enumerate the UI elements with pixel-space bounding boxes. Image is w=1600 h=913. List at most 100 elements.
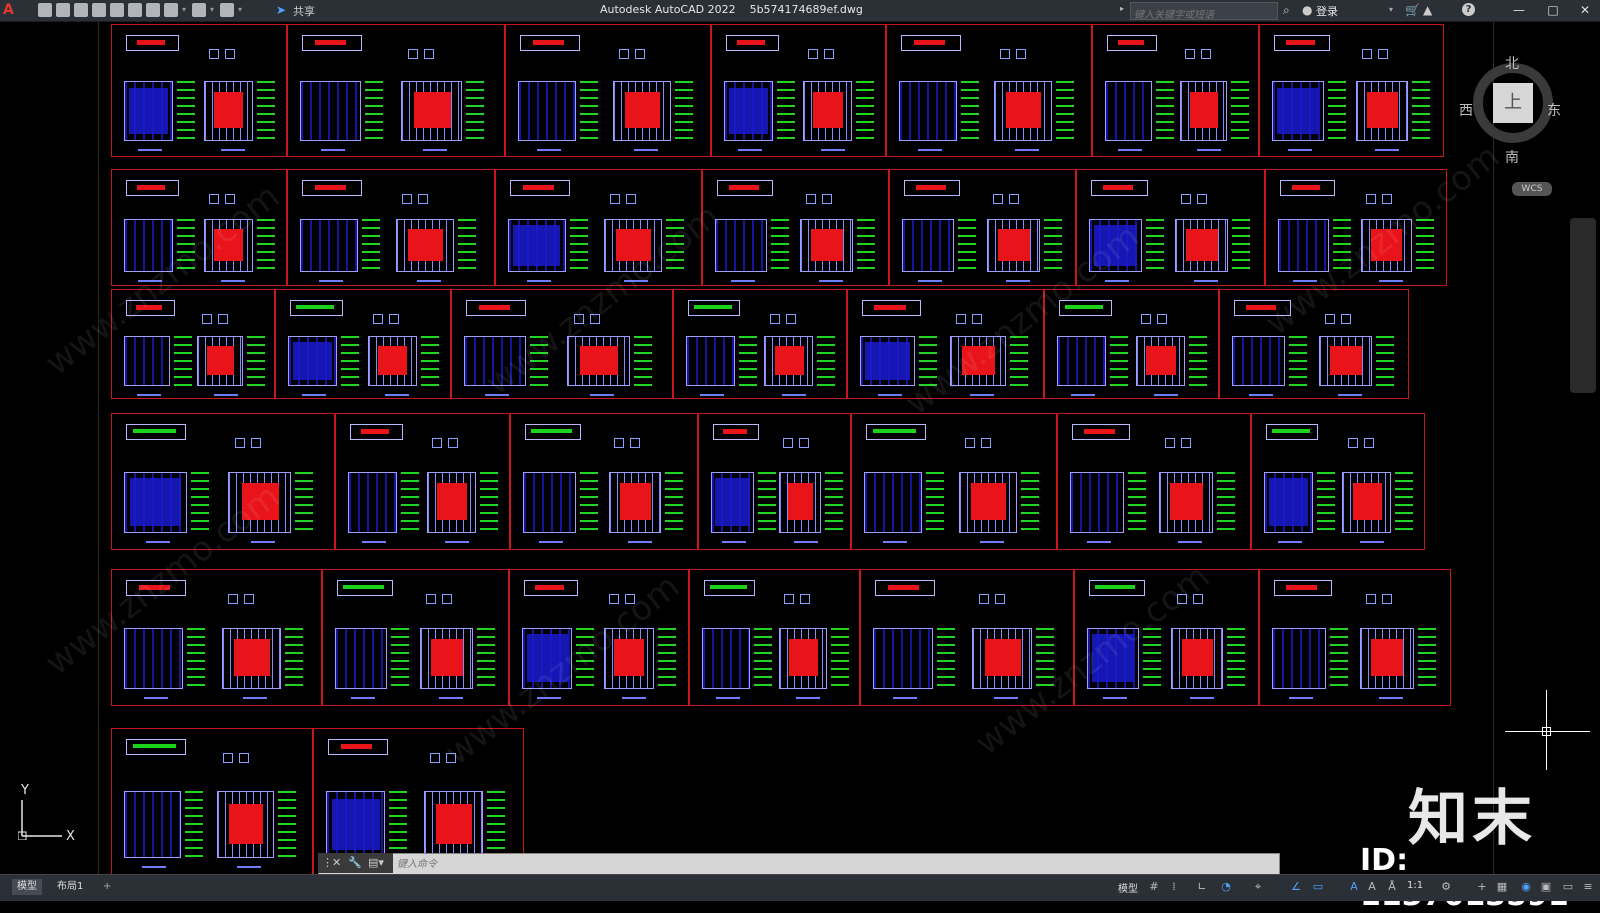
drawing-sheet[interactable] xyxy=(689,569,860,706)
model-space-canvas[interactable] xyxy=(98,22,1494,874)
save-as-icon[interactable] xyxy=(92,3,106,17)
drawing-sheet[interactable] xyxy=(111,728,313,874)
dimension-marks xyxy=(771,219,790,272)
drawing-sheet[interactable] xyxy=(711,24,886,157)
wcs-menu[interactable]: WCS xyxy=(1512,182,1552,196)
new-file-icon[interactable] xyxy=(38,3,52,17)
drawing-sheet[interactable] xyxy=(851,413,1057,550)
plot-icon[interactable] xyxy=(146,3,160,17)
compass-east[interactable]: 东 xyxy=(1547,100,1561,120)
workspace-gear-icon[interactable]: ⚙ xyxy=(1440,881,1452,893)
isolate-objects-icon[interactable]: ◉ xyxy=(1520,881,1532,893)
annotation-scale-icon[interactable]: Å xyxy=(1386,881,1398,893)
snap-icon[interactable]: ⁞ xyxy=(1168,881,1180,893)
autodesk-app-icon[interactable]: ▲ xyxy=(1423,3,1432,17)
close-command-icon[interactable]: ✕ xyxy=(332,856,341,869)
login-dropdown-icon[interactable]: ▾ xyxy=(1389,5,1393,14)
drawing-sheet[interactable] xyxy=(886,24,1092,157)
annotation-scale[interactable]: 1:1 xyxy=(1407,880,1423,891)
viewcube[interactable]: 上 北 南 东 西 xyxy=(1459,53,1567,167)
ortho-icon[interactable]: ∟ xyxy=(1196,881,1208,893)
drawing-sheet[interactable] xyxy=(111,24,287,157)
cart-icon[interactable]: 🛒 xyxy=(1405,3,1420,17)
recent-commands-icon[interactable]: ▤▾ xyxy=(368,856,384,869)
section-symbol xyxy=(1180,438,1191,448)
auto-scale-icon[interactable]: A xyxy=(1366,881,1378,893)
elevation-left xyxy=(702,627,750,690)
customize-icon[interactable]: 🔧 xyxy=(348,856,362,869)
open-file-icon[interactable] xyxy=(56,3,70,17)
plan-view xyxy=(1107,35,1158,51)
customization-menu-icon[interactable]: ≡ xyxy=(1582,881,1594,893)
hardware-acceleration-icon[interactable]: ▣ xyxy=(1540,881,1552,893)
drawing-sheet[interactable] xyxy=(505,24,711,157)
drawing-sheet[interactable] xyxy=(1057,413,1251,550)
title-underline xyxy=(242,697,267,700)
redo-dropdown-icon[interactable]: ▾ xyxy=(210,3,216,17)
drawing-sheet[interactable] xyxy=(322,569,509,706)
open-from-web-icon[interactable] xyxy=(110,3,124,17)
drawing-sheet[interactable] xyxy=(335,413,510,550)
workspace-icon[interactable] xyxy=(220,3,234,17)
share-icon[interactable]: ➤ xyxy=(276,3,290,17)
compass-south[interactable]: 南 xyxy=(1505,147,1519,167)
title-underline xyxy=(539,541,564,544)
title-underline xyxy=(1005,279,1030,282)
drawing-sheet[interactable] xyxy=(1251,413,1425,550)
dimension-marks xyxy=(1412,80,1430,141)
tab-model[interactable]: 模型 xyxy=(12,879,42,895)
drawing-sheet[interactable] xyxy=(673,289,847,399)
user-icon[interactable]: ● xyxy=(1302,3,1312,17)
save-icon[interactable] xyxy=(74,3,88,17)
drawing-sheet[interactable] xyxy=(510,413,698,550)
otrack-icon[interactable]: ∠ xyxy=(1290,881,1302,893)
clean-screen-icon[interactable]: ▭ xyxy=(1562,881,1574,893)
search-box[interactable] xyxy=(1130,2,1278,24)
save-to-web-icon[interactable] xyxy=(128,3,142,17)
tab-layout[interactable]: 布局1 xyxy=(52,879,88,895)
viewcube-top-face[interactable]: 上 xyxy=(1493,83,1533,123)
navigation-bar[interactable] xyxy=(1570,218,1596,393)
model-space-toggle[interactable]: 模型 xyxy=(1118,880,1138,895)
search-icon[interactable]: ⌕ xyxy=(1283,3,1290,17)
drawing-sheet[interactable] xyxy=(1259,24,1444,157)
drawing-sheet[interactable] xyxy=(698,413,851,550)
drawing-sheet[interactable] xyxy=(889,169,1076,286)
annotation-monitor-icon[interactable]: + xyxy=(1476,881,1488,893)
section-symbol xyxy=(1196,194,1207,204)
close-icon[interactable]: ✕ xyxy=(1572,1,1598,19)
osnap-icon[interactable]: ⌖ xyxy=(1252,881,1264,893)
polar-icon[interactable]: ◔ xyxy=(1220,881,1232,893)
grid-icon[interactable]: # xyxy=(1148,881,1160,893)
elevation-right xyxy=(1318,336,1372,386)
command-line-tools: ⋮ ✕ 🔧 ▤▾ xyxy=(318,853,393,873)
maximize-icon[interactable]: □ xyxy=(1540,1,1566,19)
command-input[interactable] xyxy=(395,855,1259,873)
share-button[interactable]: 共享 xyxy=(293,3,315,19)
drawing-sheet[interactable] xyxy=(1092,24,1259,157)
drawing-sheet[interactable] xyxy=(275,289,451,399)
lineweight-icon[interactable]: ▭ xyxy=(1312,881,1324,893)
units-icon[interactable]: ▦ xyxy=(1496,881,1508,893)
drawing-sheet[interactable] xyxy=(1259,569,1451,706)
redo-icon[interactable] xyxy=(192,3,206,17)
undo-dropdown-icon[interactable]: ▾ xyxy=(182,3,188,17)
help-icon[interactable]: ? xyxy=(1462,3,1475,16)
add-layout-button[interactable]: + xyxy=(98,879,116,895)
drawing-sheet[interactable] xyxy=(287,169,495,286)
search-expand-icon[interactable]: ▸ xyxy=(1120,4,1124,13)
customize-qat-icon[interactable]: ▾ xyxy=(238,3,244,17)
undo-icon[interactable] xyxy=(164,3,178,17)
login-button[interactable]: 登录 xyxy=(1316,3,1338,19)
dimension-marks xyxy=(753,627,772,690)
drawing-sheet[interactable] xyxy=(287,24,505,157)
blue-fill xyxy=(1268,478,1308,527)
minimize-icon[interactable]: — xyxy=(1506,1,1532,19)
compass-west[interactable]: 西 xyxy=(1459,100,1473,120)
annotation-visibility-icon[interactable]: A xyxy=(1348,881,1360,893)
compass-north[interactable]: 北 xyxy=(1505,53,1519,73)
section-symbol xyxy=(1200,49,1211,59)
drawing-sheet[interactable] xyxy=(702,169,889,286)
autocad-logo-icon[interactable]: A xyxy=(3,2,19,18)
title-underline xyxy=(145,541,170,544)
